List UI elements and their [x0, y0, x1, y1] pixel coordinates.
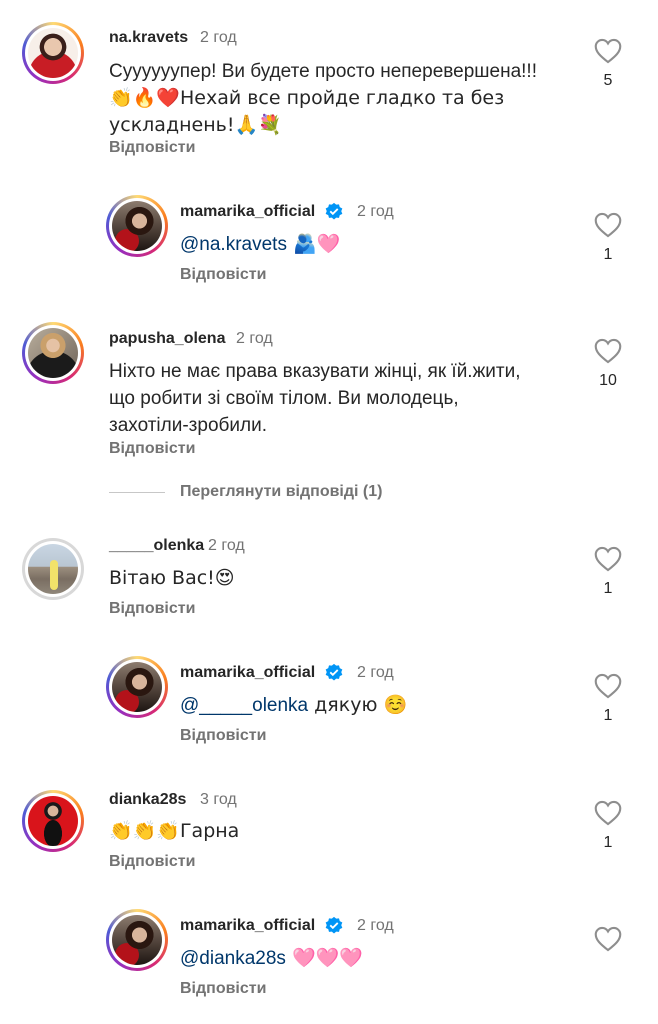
like-count: 1 — [603, 246, 613, 263]
comment-text: @na.kravets 🫂🩷 — [180, 233, 341, 255]
username[interactable]: dianka28s — [109, 791, 186, 809]
avatar[interactable] — [22, 790, 84, 852]
avatar[interactable] — [22, 22, 84, 84]
timestamp: 2 год — [200, 29, 237, 46]
heart-icon[interactable] — [594, 673, 622, 699]
comment-text: Вітаю Вас!😍 — [109, 567, 235, 589]
timestamp: 2 год — [357, 664, 394, 681]
mention-link[interactable]: @na.kravets — [180, 234, 287, 255]
comment-text: 👏👏👏Гарна — [109, 820, 240, 842]
mention-link[interactable]: @dianka28s — [180, 948, 286, 969]
like-count: 10 — [599, 372, 617, 389]
like-count: 1 — [603, 580, 613, 597]
reply-button[interactable]: Відповісти — [180, 727, 266, 745]
username[interactable]: mamarika_official — [180, 664, 315, 682]
timestamp: 2 год — [357, 203, 394, 220]
comment-text: Суууууупер! Ви будете просто непереверше… — [109, 61, 537, 136]
heart-icon[interactable] — [594, 212, 622, 238]
username[interactable]: papusha_olena — [109, 330, 225, 348]
timestamp: 2 год — [236, 330, 273, 347]
like-count: 1 — [603, 834, 613, 851]
verified-icon — [325, 663, 343, 681]
timestamp: 3 год — [200, 791, 237, 808]
heart-icon[interactable] — [594, 926, 622, 952]
heart-icon[interactable] — [594, 38, 622, 64]
reply-button[interactable]: Відповісти — [109, 600, 195, 618]
heart-icon[interactable] — [594, 338, 622, 364]
divider — [109, 492, 165, 493]
username[interactable]: na.kravets — [109, 29, 188, 47]
avatar[interactable] — [106, 909, 168, 971]
username[interactable]: mamarika_official — [180, 203, 315, 221]
timestamp: 2 год — [357, 917, 394, 934]
avatar[interactable] — [22, 322, 84, 384]
heart-icon[interactable] — [594, 546, 622, 572]
like-count: 1 — [603, 707, 613, 724]
avatar[interactable] — [22, 538, 84, 600]
verified-icon — [325, 916, 343, 934]
reply-button[interactable]: Відповісти — [109, 440, 195, 458]
username[interactable]: _____olenka — [109, 537, 204, 555]
comment-text: Ніхто не має права вказувати жінці, як ї… — [109, 361, 521, 436]
reply-button[interactable]: Відповісти — [109, 139, 195, 157]
username[interactable]: mamarika_official — [180, 917, 315, 935]
like-count: 5 — [603, 72, 613, 89]
mention-link[interactable]: @_____olenka — [180, 695, 308, 716]
view-replies-button[interactable]: Переглянути відповіді (1) — [180, 483, 382, 501]
avatar[interactable] — [106, 656, 168, 718]
comment-text: @_____olenka дякую ☺️ — [180, 694, 408, 716]
timestamp: 2 год — [208, 537, 245, 554]
avatar[interactable] — [106, 195, 168, 257]
heart-icon[interactable] — [594, 800, 622, 826]
comment-text: @dianka28s 🩷🩷🩷 — [180, 947, 363, 969]
reply-button[interactable]: Відповісти — [109, 853, 195, 871]
verified-icon — [325, 202, 343, 220]
reply-button[interactable]: Відповісти — [180, 980, 266, 998]
reply-button[interactable]: Відповісти — [180, 266, 266, 284]
